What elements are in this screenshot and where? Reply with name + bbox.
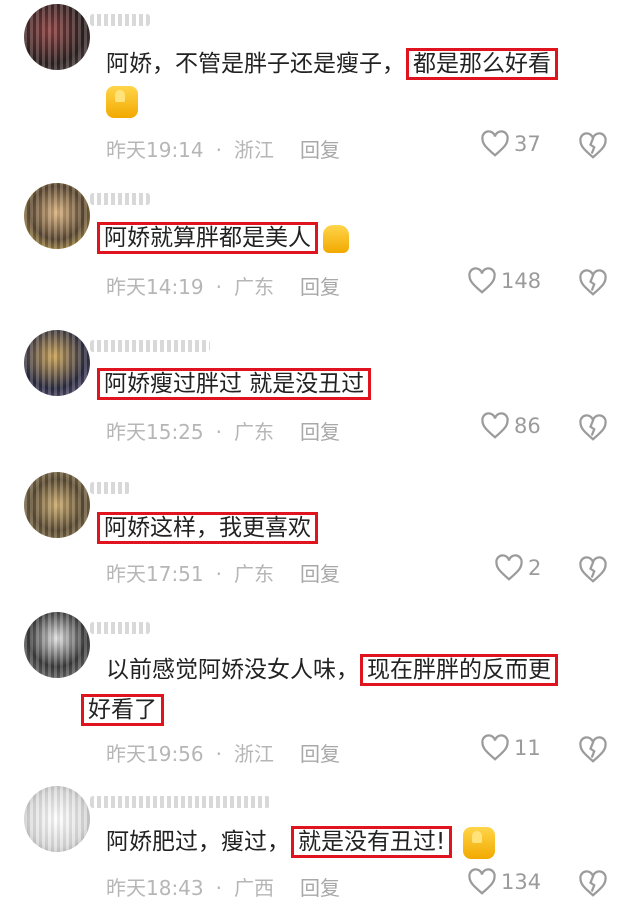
comment-time: 昨天15:25 (106, 420, 204, 444)
comment-text: 阿娇，不管是胖子还是瘦子， 都是那么好看 (106, 46, 559, 82)
broken-heart-icon (579, 132, 607, 159)
broken-heart-icon (579, 870, 607, 897)
heart-outline-icon (468, 868, 496, 895)
comment-meta: 昨天19:14 · 浙江 回复 (106, 138, 340, 162)
like-button[interactable]: 134 (467, 868, 541, 896)
username-blurred[interactable] (90, 340, 210, 352)
like-button[interactable]: 37 (480, 130, 541, 158)
heart-outline-icon (495, 554, 523, 581)
heart-outline-icon (468, 267, 496, 294)
comment-location: 广东 (234, 275, 274, 299)
username-blurred[interactable] (90, 482, 130, 494)
avatar[interactable] (24, 4, 90, 70)
finger-heart-emoji-icon (323, 224, 349, 253)
comment-text: 以前感觉阿娇没女人味， 现在胖胖的反而更 (106, 652, 559, 688)
comment-meta: 昨天17:51 · 广东 回复 (106, 562, 340, 586)
comment-text-highlight: 阿娇就算胖都是美人 (97, 222, 318, 254)
comment-text: 阿娇瘦过胖过 就是没丑过 (96, 366, 372, 402)
comment-text-line-2: 好看了 (80, 692, 165, 728)
thumbs-up-emoji-icon (106, 86, 138, 118)
reply-button[interactable]: 回复 (300, 138, 340, 162)
reply-button[interactable]: 回复 (300, 420, 340, 444)
username-blurred[interactable] (90, 796, 270, 808)
like-count: 148 (501, 269, 542, 293)
comment-text-plain: 以前感觉阿娇没女人味， (106, 657, 359, 683)
avatar[interactable] (24, 183, 90, 249)
reply-button[interactable]: 回复 (300, 742, 340, 766)
dislike-button[interactable] (578, 870, 608, 898)
comment-time: 昨天19:14 (106, 138, 204, 162)
thumbs-up-emoji-icon (463, 826, 496, 859)
heart-outline-icon (481, 130, 509, 157)
like-count: 11 (514, 736, 541, 760)
comment-meta: 昨天19:56 · 浙江 回复 (106, 742, 340, 766)
comment-time: 昨天19:56 (106, 742, 204, 766)
avatar[interactable] (24, 330, 90, 396)
reply-button[interactable]: 回复 (300, 275, 340, 299)
username-blurred[interactable] (90, 14, 150, 26)
comment-text-plain: 阿娇，不管是胖子还是瘦子， (106, 51, 405, 77)
like-button[interactable]: 11 (480, 734, 541, 762)
like-count: 37 (514, 132, 541, 156)
comment-text-highlight: 阿娇这样，我更喜欢 (97, 512, 318, 544)
comment-text-highlight-2: 好看了 (81, 694, 164, 726)
comment-text-highlight-main: 就是没有丑过 (298, 829, 436, 855)
like-button[interactable]: 2 (494, 554, 541, 582)
comment-text: 阿娇就算胖都是美人 (96, 220, 349, 256)
like-button[interactable]: 86 (480, 412, 541, 440)
comment-text-plain: 阿娇肥过，瘦过， (106, 829, 290, 855)
comment-location: 广东 (234, 562, 274, 586)
comment-text-highlight: 就是没有丑过! (291, 826, 453, 858)
comment-location: 浙江 (234, 138, 274, 162)
avatar[interactable] (24, 472, 90, 538)
dislike-button[interactable] (578, 414, 608, 442)
comment-location: 广西 (234, 876, 274, 900)
like-button[interactable]: 148 (467, 267, 541, 295)
comment-text-suffix: ! (436, 829, 446, 855)
comment-text: 阿娇这样，我更喜欢 (96, 510, 319, 546)
comment-location: 广东 (234, 420, 274, 444)
reply-button[interactable]: 回复 (300, 876, 340, 900)
avatar[interactable] (24, 786, 90, 852)
dislike-button[interactable] (578, 132, 608, 160)
like-count: 2 (528, 556, 542, 580)
heart-outline-icon (481, 412, 509, 439)
comment-meta: 昨天18:43 · 广西 回复 (106, 876, 340, 900)
dislike-button[interactable] (578, 736, 608, 764)
broken-heart-icon (579, 736, 607, 763)
broken-heart-icon (579, 269, 607, 296)
broken-heart-icon (579, 556, 607, 583)
like-count: 134 (501, 870, 542, 894)
username-blurred[interactable] (90, 622, 150, 634)
comment-text-highlight: 现在胖胖的反而更 (360, 654, 558, 686)
username-blurred[interactable] (90, 193, 150, 205)
comment-text-highlight: 阿娇瘦过胖过 就是没丑过 (97, 368, 372, 400)
comment-text-highlight: 都是那么好看 (406, 48, 558, 80)
reply-button[interactable]: 回复 (300, 562, 340, 586)
like-count: 86 (514, 414, 541, 438)
avatar[interactable] (24, 612, 90, 678)
comment-location: 浙江 (234, 742, 274, 766)
comment-time: 昨天14:19 (106, 275, 204, 299)
broken-heart-icon (579, 414, 607, 441)
comment-meta: 昨天14:19 · 广东 回复 (106, 275, 340, 299)
dislike-button[interactable] (578, 556, 608, 584)
comment-meta: 昨天15:25 · 广东 回复 (106, 420, 340, 444)
comment-time: 昨天18:43 (106, 876, 204, 900)
heart-outline-icon (481, 734, 509, 761)
dislike-button[interactable] (578, 269, 608, 297)
comment-text: 阿娇肥过，瘦过， 就是没有丑过! (106, 824, 496, 860)
comment-time: 昨天17:51 (106, 562, 204, 586)
